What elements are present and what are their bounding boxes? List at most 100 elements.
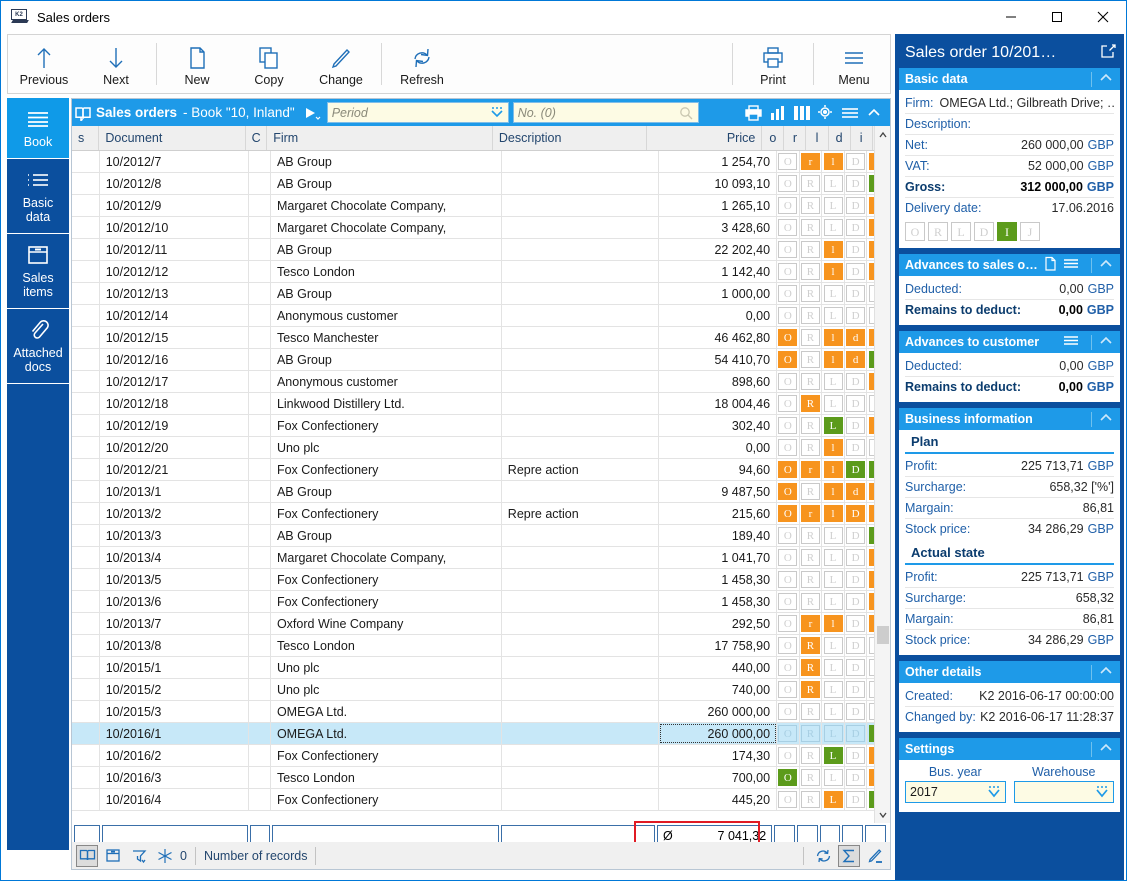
pencil-icon[interactable]	[864, 845, 886, 867]
cell-flag-d[interactable]: D	[845, 745, 868, 766]
cell-description[interactable]: Repre action	[502, 503, 660, 524]
cell-description[interactable]	[502, 261, 660, 282]
cell-c[interactable]	[249, 437, 271, 458]
cell-firm[interactable]: AB Group	[271, 283, 502, 304]
new-button[interactable]: New	[161, 35, 233, 93]
cell-flag-r[interactable]: r	[800, 151, 823, 172]
cell-description[interactable]	[502, 371, 660, 392]
cell-s[interactable]	[72, 503, 100, 524]
snowflake-icon[interactable]	[154, 845, 176, 867]
cell-flag-o[interactable]: O	[777, 701, 800, 722]
cell-flag-l[interactable]: L	[822, 569, 845, 590]
cell-c[interactable]	[249, 283, 271, 304]
cell-flag-o[interactable]: O	[777, 525, 800, 546]
cell-description[interactable]	[502, 547, 660, 568]
cell-document[interactable]: 10/2012/9	[100, 195, 250, 216]
cell-c[interactable]	[249, 591, 271, 612]
cell-flag-o[interactable]: O	[777, 613, 800, 634]
table-row[interactable]: 10/2013/1AB Group9 487,50ORldI	[72, 481, 890, 503]
table-row[interactable]: 10/2012/15Tesco Manchester46 462,80ORldi	[72, 327, 890, 349]
gear-icon[interactable]	[815, 102, 836, 123]
cell-flag-o[interactable]: O	[777, 305, 800, 326]
card-advances-sales-header[interactable]: Advances to sales o…	[899, 254, 1120, 276]
cell-firm[interactable]: Fox Confectionery	[271, 591, 502, 612]
cell-description[interactable]	[502, 767, 660, 788]
cell-c[interactable]	[249, 327, 271, 348]
cell-c[interactable]	[249, 679, 271, 700]
cell-s[interactable]	[72, 393, 100, 414]
cell-document[interactable]: 10/2013/3	[100, 525, 250, 546]
cell-c[interactable]	[249, 635, 271, 656]
cell-document[interactable]: 10/2012/14	[100, 305, 250, 326]
cell-price[interactable]: 174,30	[659, 745, 778, 766]
cell-s[interactable]	[72, 701, 100, 722]
menu-button[interactable]: Menu	[818, 35, 890, 93]
minimize-icon[interactable]	[988, 1, 1034, 33]
cell-flag-d[interactable]: D	[845, 239, 868, 260]
cell-flag-r[interactable]: R	[800, 239, 823, 260]
cell-c[interactable]	[249, 613, 271, 634]
cell-c[interactable]	[249, 195, 271, 216]
chevron-down-icon[interactable]	[490, 106, 504, 121]
cell-flag-d[interactable]: d	[845, 481, 868, 502]
cell-flag-o[interactable]: O	[777, 371, 800, 392]
cell-s[interactable]	[72, 261, 100, 282]
cell-flag-d[interactable]: D	[845, 151, 868, 172]
cell-flag-d[interactable]: D	[845, 679, 868, 700]
refresh-button[interactable]: Refresh	[386, 35, 458, 93]
cell-flag-d[interactable]: d	[845, 349, 868, 370]
cell-s[interactable]	[72, 151, 100, 172]
cell-s[interactable]	[72, 173, 100, 194]
cell-flag-l[interactable]: L	[822, 283, 845, 304]
cell-flag-d[interactable]: D	[845, 789, 868, 810]
hamburger-icon[interactable]	[1063, 334, 1079, 350]
cell-description[interactable]	[502, 657, 660, 678]
cell-description[interactable]	[502, 591, 660, 612]
sigma-icon[interactable]	[838, 844, 860, 867]
chevron-up-icon[interactable]	[863, 102, 884, 123]
cell-s[interactable]	[72, 283, 100, 304]
cell-flag-o[interactable]: O	[777, 459, 800, 480]
cell-firm[interactable]: Uno plc	[271, 679, 502, 700]
cell-price[interactable]: 1 265,10	[659, 195, 778, 216]
document-icon[interactable]	[1044, 256, 1057, 274]
cell-flag-l[interactable]: L	[822, 195, 845, 216]
cell-s[interactable]	[72, 745, 100, 766]
cell-flag-l[interactable]: L	[822, 789, 845, 810]
archive-icon[interactable]	[102, 845, 124, 867]
chevron-up-icon[interactable]	[1091, 334, 1114, 350]
cell-description[interactable]	[502, 679, 660, 700]
cell-flag-d[interactable]: D	[845, 503, 868, 524]
cell-flag-r[interactable]: R	[800, 415, 823, 436]
cell-c[interactable]	[249, 415, 271, 436]
cell-flag-o[interactable]: O	[777, 767, 800, 788]
chevron-up-icon[interactable]	[1091, 411, 1114, 427]
refresh-icon[interactable]	[812, 845, 834, 867]
cell-document[interactable]: 10/2013/2	[100, 503, 250, 524]
cell-flag-r[interactable]: R	[800, 261, 823, 282]
card-business-information-header[interactable]: Business information	[899, 408, 1120, 430]
cell-description[interactable]	[502, 635, 660, 656]
cell-s[interactable]	[72, 481, 100, 502]
cell-document[interactable]: 10/2015/1	[100, 657, 250, 678]
cell-c[interactable]	[249, 569, 271, 590]
cell-document[interactable]: 10/2013/1	[100, 481, 250, 502]
cell-flag-o[interactable]: O	[777, 173, 800, 194]
cell-s[interactable]	[72, 217, 100, 238]
cell-flag-o[interactable]: O	[777, 327, 800, 348]
card-settings-header[interactable]: Settings	[899, 738, 1120, 760]
cell-description[interactable]	[502, 723, 660, 744]
cell-flag-r[interactable]: R	[800, 767, 823, 788]
cell-firm[interactable]: Margaret Chocolate Company,	[271, 217, 502, 238]
cell-firm[interactable]: Linkwood Distillery Ltd.	[271, 393, 502, 414]
table-row[interactable]: 10/2012/13AB Group1 000,00ORLDI	[72, 283, 890, 305]
cell-description[interactable]	[502, 195, 660, 216]
cell-firm[interactable]: AB Group	[271, 239, 502, 260]
bar-chart-icon[interactable]	[767, 102, 788, 123]
card-other-details-header[interactable]: Other details	[899, 661, 1120, 683]
cell-price[interactable]: 302,40	[659, 415, 778, 436]
cell-firm[interactable]: Fox Confectionery	[271, 789, 502, 810]
chevron-up-icon[interactable]	[1091, 741, 1114, 757]
cell-document[interactable]: 10/2016/2	[100, 745, 250, 766]
cell-firm[interactable]: OMEGA Ltd.	[271, 701, 502, 722]
